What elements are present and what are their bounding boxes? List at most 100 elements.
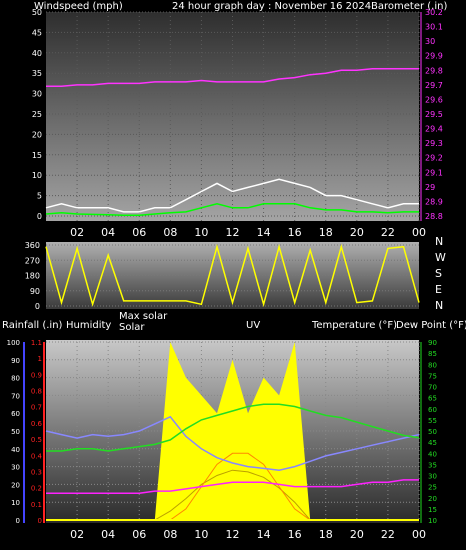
uv-label: UV	[246, 320, 260, 331]
humidity-tick-label: 90	[11, 357, 20, 365]
x-tick-label: 00	[412, 226, 426, 239]
barometer-tick-label: 29.4	[425, 125, 443, 134]
temperature-tick-label: 65	[428, 395, 437, 403]
humidity-tick-label: 10	[11, 499, 20, 507]
max-solar-label: Max solar	[119, 311, 168, 322]
solar-label: Solar	[119, 322, 145, 333]
x-tick-label: 22	[381, 528, 395, 541]
temperature-tick-label: 80	[428, 361, 437, 369]
temperature-tick-label: 70	[428, 384, 437, 392]
wind-tick-label: 15	[32, 151, 42, 160]
dew-point-axis-label: Dew Point (°F)	[396, 320, 466, 331]
wind-tick-label: 45	[32, 28, 42, 37]
rain-tick-label: 0.6	[31, 420, 43, 428]
x-tick-label: 16	[288, 528, 302, 541]
barometer-tick-label: 30	[425, 37, 435, 46]
x-tick-label: 08	[163, 226, 177, 239]
humidity-tick-label: 70	[11, 392, 20, 400]
temperature-tick-label: 85	[428, 350, 437, 358]
x-tick-label: 22	[381, 226, 395, 239]
temperature-tick-label: 45	[428, 439, 437, 447]
weather-graph: Windspeed (mph) 24 hour graph day : Nove…	[0, 0, 466, 550]
barometer-tick-label: 30.1	[425, 23, 443, 32]
humidity-axis-label: Humidity	[66, 320, 111, 331]
humidity-tick-label: 40	[11, 446, 20, 454]
rain-tick-label: 1	[38, 355, 42, 363]
direction-label: E	[435, 283, 442, 296]
temperature-tick-label: 25	[428, 484, 437, 492]
x-tick-label: 10	[194, 528, 208, 541]
x-tick-label: 20	[350, 226, 364, 239]
direction-tick-label: 0	[35, 302, 40, 311]
barometer-tick-label: 29.8	[425, 66, 443, 75]
rain-tick-label: 1.1	[31, 339, 42, 347]
x-tick-label: 16	[288, 226, 302, 239]
direction-label: N	[435, 235, 443, 248]
rain-tick-label: 0.2	[31, 485, 42, 493]
wind-tick-label: 10	[32, 171, 42, 180]
humidity-tick-label: 100	[7, 339, 20, 347]
x-tick-label: 04	[101, 226, 115, 239]
humidity-tick-label: 60	[11, 410, 20, 418]
wind-tick-label: 50	[32, 8, 42, 17]
x-tick-label: 12	[226, 528, 240, 541]
wind-tick-label: 35	[32, 69, 42, 78]
temperature-tick-label: 40	[428, 450, 437, 458]
barometer-tick-label: 29	[425, 183, 435, 192]
barometer-tick-label: 29.5	[425, 110, 443, 119]
x-tick-label: 14	[257, 226, 271, 239]
direction-label: W	[435, 251, 446, 264]
barometer-tick-label: 30.2	[425, 8, 443, 17]
direction-tick-label: 360	[25, 241, 40, 250]
weather-graph-svg: Windspeed (mph) 24 hour graph day : Nove…	[2, 1, 466, 541]
humidity-tick-label: 30	[11, 464, 20, 472]
temperature-tick-label: 15	[428, 506, 437, 514]
temperature-tick-label: 60	[428, 406, 437, 414]
temperature-tick-label: 30	[428, 473, 437, 481]
barometer-tick-label: 29.9	[425, 52, 443, 61]
rain-axis-label: Rainfall (.in)	[2, 320, 63, 331]
rain-tick-label: 0.4	[31, 452, 43, 460]
barometer-tick-label: 29.7	[425, 81, 443, 90]
direction-tick-label: 90	[30, 287, 40, 296]
rain-tick-label: 0.9	[31, 371, 42, 379]
wind-tick-label: 0	[37, 212, 42, 221]
temperature-tick-label: 20	[428, 495, 437, 503]
barometer-tick-label: 28.9	[425, 197, 443, 206]
rain-tick-label: 0.7	[31, 404, 42, 412]
barometer-tick-label: 29.1	[425, 168, 443, 177]
barometer-tick-label: 29.2	[425, 154, 443, 163]
humidity-tick-label: 0	[16, 517, 20, 525]
rain-tick-label: 0.1	[31, 501, 42, 509]
wind-tick-label: 40	[32, 49, 42, 58]
x-tick-label: 12	[226, 226, 240, 239]
direction-label: S	[435, 267, 442, 280]
temperature-tick-label: 10	[428, 517, 437, 525]
wind-tick-label: 30	[32, 90, 42, 99]
temperature-tick-label: 55	[428, 417, 437, 425]
direction-tick-label: 270	[25, 256, 40, 265]
x-tick-label: 18	[319, 226, 333, 239]
x-tick-label: 04	[101, 528, 115, 541]
x-tick-label: 10	[194, 226, 208, 239]
wind-tick-label: 5	[37, 192, 42, 201]
humidity-tick-label: 80	[11, 375, 20, 383]
humidity-tick-label: 20	[11, 481, 20, 489]
x-tick-label: 02	[70, 226, 84, 239]
rain-tick-label: 0	[38, 517, 42, 525]
temperature-tick-label: 35	[428, 461, 437, 469]
rain-tick-label: 0.5	[31, 436, 42, 444]
x-tick-label: 20	[350, 528, 364, 541]
x-tick-label: 06	[132, 528, 146, 541]
x-tick-label: 00	[412, 528, 426, 541]
x-tick-label: 02	[70, 528, 84, 541]
wind-axis-label: Windspeed (mph)	[34, 1, 123, 12]
barometer-tick-label: 29.6	[425, 95, 443, 104]
x-tick-label: 06	[132, 226, 146, 239]
wind-tick-label: 20	[32, 130, 42, 139]
barometer-tick-label: 28.8	[425, 212, 443, 221]
x-tick-label: 14	[257, 528, 271, 541]
x-tick-label: 18	[319, 528, 333, 541]
temperature-tick-label: 50	[428, 428, 437, 436]
rain-tick-label: 0.8	[31, 388, 42, 396]
